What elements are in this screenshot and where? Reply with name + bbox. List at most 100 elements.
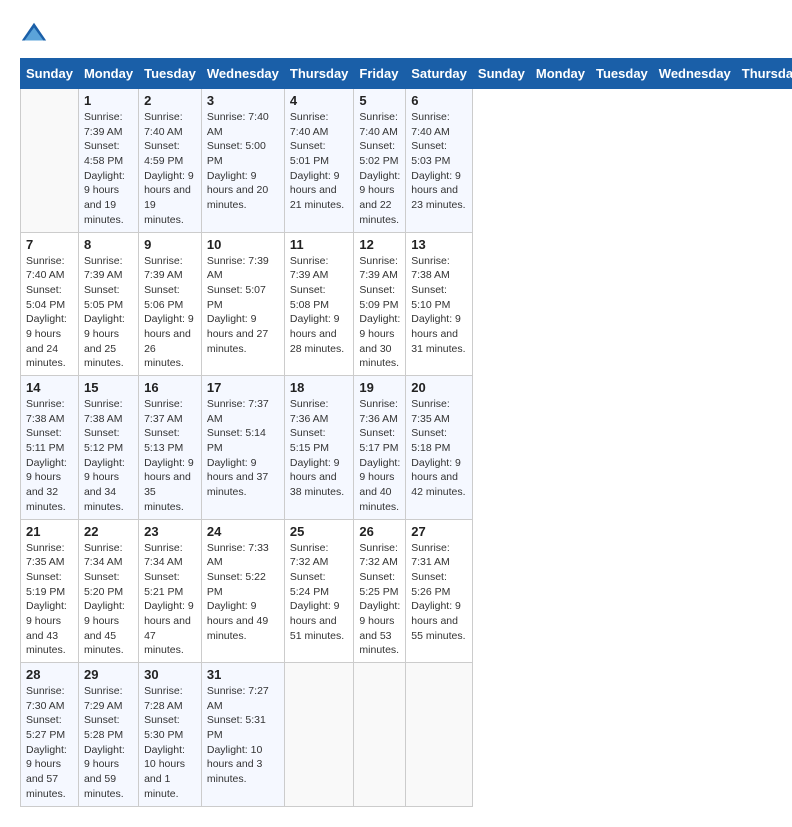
col-header-wednesday: Wednesday xyxy=(201,59,284,89)
calendar-cell: 13 Sunrise: 7:38 AMSunset: 5:10 PMDayligh… xyxy=(406,232,473,376)
day-number: 27 xyxy=(411,524,467,539)
day-info: Sunrise: 7:39 AMSunset: 5:05 PMDaylight:… xyxy=(84,254,133,372)
calendar-cell: 27 Sunrise: 7:31 AMSunset: 5:26 PMDayligh… xyxy=(406,519,473,663)
day-info: Sunrise: 7:33 AMSunset: 5:22 PMDaylight:… xyxy=(207,541,279,644)
day-info: Sunrise: 7:37 AMSunset: 5:13 PMDaylight:… xyxy=(144,397,196,515)
day-number: 10 xyxy=(207,237,279,252)
calendar-cell: 22Sunrise: 7:34 AMSunset: 5:20 PMDayligh… xyxy=(78,519,138,663)
calendar-cell: 1 Sunrise: 7:39 AMSunset: 4:58 PMDaylight… xyxy=(78,89,138,233)
day-number: 7 xyxy=(26,237,73,252)
day-number: 28 xyxy=(26,667,73,682)
day-number: 9 xyxy=(144,237,196,252)
day-info: Sunrise: 7:40 AMSunset: 5:04 PMDaylight:… xyxy=(26,254,73,372)
calendar-cell xyxy=(284,663,354,807)
calendar-cell xyxy=(354,663,406,807)
day-info: Sunrise: 7:31 AMSunset: 5:26 PMDaylight:… xyxy=(411,541,467,644)
col-header-tuesday: Tuesday xyxy=(591,59,654,89)
day-info: Sunrise: 7:39 AMSunset: 4:58 PMDaylight:… xyxy=(84,110,133,228)
day-number: 17 xyxy=(207,380,279,395)
day-info: Sunrise: 7:32 AMSunset: 5:25 PMDaylight:… xyxy=(359,541,400,659)
day-info: Sunrise: 7:35 AMSunset: 5:19 PMDaylight:… xyxy=(26,541,73,659)
day-info: Sunrise: 7:27 AMSunset: 5:31 PMDaylight:… xyxy=(207,684,279,787)
day-info: Sunrise: 7:37 AMSunset: 5:14 PMDaylight:… xyxy=(207,397,279,500)
calendar-cell: 15 Sunrise: 7:38 AMSunset: 5:12 PMDayligh… xyxy=(78,376,138,520)
calendar-table: SundayMondayTuesdayWednesdayThursdayFrid… xyxy=(20,58,792,807)
calendar-cell: 4 Sunrise: 7:40 AMSunset: 5:01 PMDaylight… xyxy=(284,89,354,233)
calendar-cell: 6Sunrise: 7:40 AMSunset: 5:03 PMDaylight… xyxy=(406,89,473,233)
col-header-thursday: Thursday xyxy=(736,59,792,89)
day-number: 4 xyxy=(290,93,349,108)
day-info: Sunrise: 7:34 AMSunset: 5:20 PMDaylight:… xyxy=(84,541,133,659)
logo xyxy=(20,20,52,48)
calendar-cell: 31 Sunrise: 7:27 AMSunset: 5:31 PMDayligh… xyxy=(201,663,284,807)
calendar-cell: 5 Sunrise: 7:40 AMSunset: 5:02 PMDaylight… xyxy=(354,89,406,233)
day-number: 1 xyxy=(84,93,133,108)
day-info: Sunrise: 7:40 AMSunset: 5:03 PMDaylight:… xyxy=(411,110,467,213)
day-number: 8 xyxy=(84,237,133,252)
day-number: 21 xyxy=(26,524,73,539)
day-number: 12 xyxy=(359,237,400,252)
day-info: Sunrise: 7:40 AMSunset: 5:00 PMDaylight:… xyxy=(207,110,279,213)
calendar-cell: 10 Sunrise: 7:39 AMSunset: 5:07 PMDayligh… xyxy=(201,232,284,376)
calendar-cell: 30Sunrise: 7:28 AMSunset: 5:30 PMDayligh… xyxy=(139,663,202,807)
calendar-cell: 14 Sunrise: 7:38 AMSunset: 5:11 PMDayligh… xyxy=(21,376,79,520)
day-number: 29 xyxy=(84,667,133,682)
day-number: 15 xyxy=(84,380,133,395)
col-header-thursday: Thursday xyxy=(284,59,354,89)
calendar-cell: 12 Sunrise: 7:39 AMSunset: 5:09 PMDayligh… xyxy=(354,232,406,376)
day-info: Sunrise: 7:39 AMSunset: 5:06 PMDaylight:… xyxy=(144,254,196,372)
day-info: Sunrise: 7:36 AMSunset: 5:15 PMDaylight:… xyxy=(290,397,349,500)
day-info: Sunrise: 7:35 AMSunset: 5:18 PMDaylight:… xyxy=(411,397,467,500)
day-info: Sunrise: 7:38 AMSunset: 5:12 PMDaylight:… xyxy=(84,397,133,515)
day-info: Sunrise: 7:39 AMSunset: 5:09 PMDaylight:… xyxy=(359,254,400,372)
calendar-cell: 2Sunrise: 7:40 AMSunset: 4:59 PMDaylight… xyxy=(139,89,202,233)
day-info: Sunrise: 7:38 AMSunset: 5:11 PMDaylight:… xyxy=(26,397,73,515)
day-number: 2 xyxy=(144,93,196,108)
calendar-cell: 9 Sunrise: 7:39 AMSunset: 5:06 PMDaylight… xyxy=(139,232,202,376)
col-header-sunday: Sunday xyxy=(21,59,79,89)
calendar-header-row: SundayMondayTuesdayWednesdayThursdayFrid… xyxy=(21,59,792,89)
calendar-cell xyxy=(406,663,473,807)
day-number: 5 xyxy=(359,93,400,108)
day-number: 24 xyxy=(207,524,279,539)
logo-icon xyxy=(20,20,48,48)
calendar-cell: 25Sunrise: 7:32 AMSunset: 5:24 PMDayligh… xyxy=(284,519,354,663)
day-info: Sunrise: 7:29 AMSunset: 5:28 PMDaylight:… xyxy=(84,684,133,802)
day-info: Sunrise: 7:39 AMSunset: 5:07 PMDaylight:… xyxy=(207,254,279,357)
calendar-week-row: 28Sunrise: 7:30 AMSunset: 5:27 PMDayligh… xyxy=(21,663,792,807)
day-info: Sunrise: 7:38 AMSunset: 5:10 PMDaylight:… xyxy=(411,254,467,357)
day-number: 25 xyxy=(290,524,349,539)
calendar-cell: 21 Sunrise: 7:35 AMSunset: 5:19 PMDayligh… xyxy=(21,519,79,663)
calendar-cell: 29 Sunrise: 7:29 AMSunset: 5:28 PMDayligh… xyxy=(78,663,138,807)
day-number: 20 xyxy=(411,380,467,395)
calendar-cell: 26 Sunrise: 7:32 AMSunset: 5:25 PMDayligh… xyxy=(354,519,406,663)
col-header-monday: Monday xyxy=(530,59,590,89)
day-info: Sunrise: 7:28 AMSunset: 5:30 PMDaylight:… xyxy=(144,684,196,802)
calendar-cell: 20 Sunrise: 7:35 AMSunset: 5:18 PMDayligh… xyxy=(406,376,473,520)
day-number: 19 xyxy=(359,380,400,395)
col-header-sunday: Sunday xyxy=(472,59,530,89)
day-number: 14 xyxy=(26,380,73,395)
calendar-cell: 18 Sunrise: 7:36 AMSunset: 5:15 PMDayligh… xyxy=(284,376,354,520)
calendar-week-row: 14 Sunrise: 7:38 AMSunset: 5:11 PMDayligh… xyxy=(21,376,792,520)
col-header-wednesday: Wednesday xyxy=(653,59,736,89)
day-number: 11 xyxy=(290,237,349,252)
calendar-cell: 28Sunrise: 7:30 AMSunset: 5:27 PMDayligh… xyxy=(21,663,79,807)
calendar-cell: 23 Sunrise: 7:34 AMSunset: 5:21 PMDayligh… xyxy=(139,519,202,663)
day-number: 23 xyxy=(144,524,196,539)
day-info: Sunrise: 7:34 AMSunset: 5:21 PMDaylight:… xyxy=(144,541,196,659)
col-header-monday: Monday xyxy=(78,59,138,89)
calendar-cell: 8 Sunrise: 7:39 AMSunset: 5:05 PMDaylight… xyxy=(78,232,138,376)
day-number: 26 xyxy=(359,524,400,539)
day-number: 18 xyxy=(290,380,349,395)
calendar-week-row: 21 Sunrise: 7:35 AMSunset: 5:19 PMDayligh… xyxy=(21,519,792,663)
day-info: Sunrise: 7:40 AMSunset: 5:01 PMDaylight:… xyxy=(290,110,349,213)
calendar-cell: 16Sunrise: 7:37 AMSunset: 5:13 PMDayligh… xyxy=(139,376,202,520)
col-header-friday: Friday xyxy=(354,59,406,89)
calendar-week-row: 1 Sunrise: 7:39 AMSunset: 4:58 PMDaylight… xyxy=(21,89,792,233)
day-info: Sunrise: 7:40 AMSunset: 5:02 PMDaylight:… xyxy=(359,110,400,228)
calendar-cell: 19Sunrise: 7:36 AMSunset: 5:17 PMDayligh… xyxy=(354,376,406,520)
day-number: 31 xyxy=(207,667,279,682)
day-number: 13 xyxy=(411,237,467,252)
col-header-saturday: Saturday xyxy=(406,59,473,89)
